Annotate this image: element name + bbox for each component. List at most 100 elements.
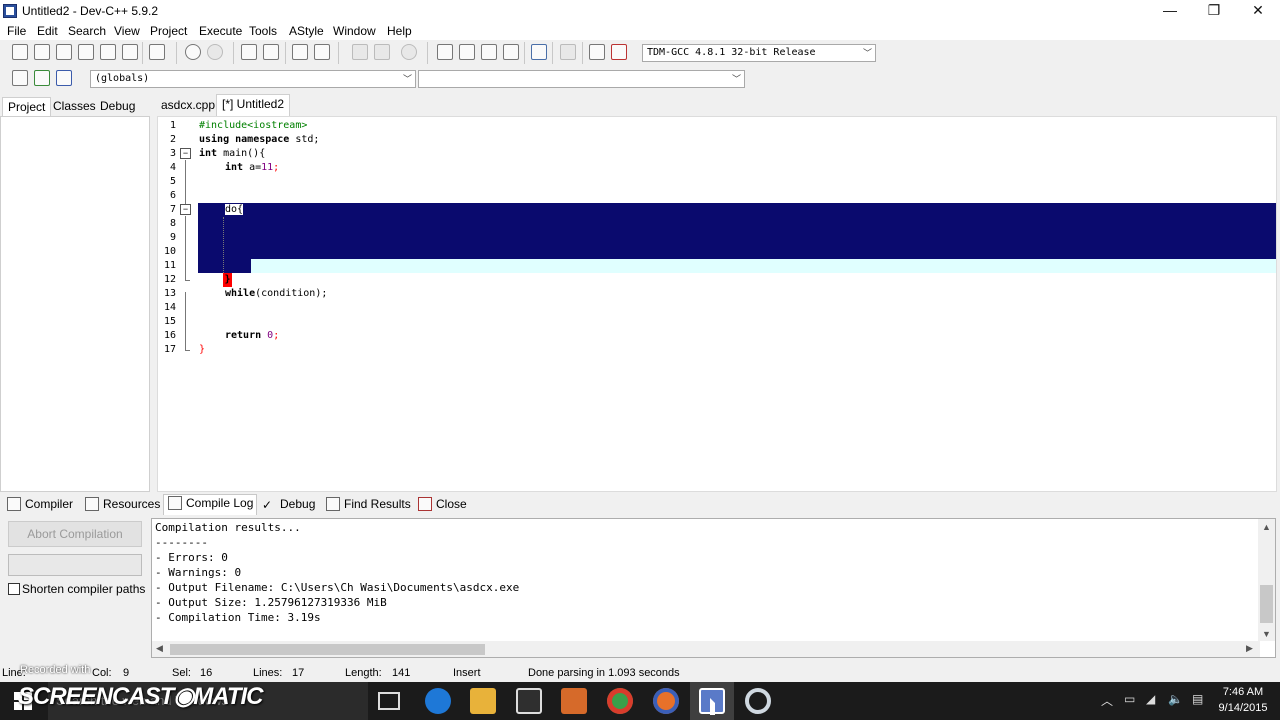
tab-asdcx-cpp[interactable]: asdcx.cpp bbox=[156, 96, 220, 116]
line-number: 8 bbox=[169, 218, 176, 229]
tab-debug-left[interactable]: Debug bbox=[95, 97, 140, 117]
code-line-13: while(condition); bbox=[225, 287, 327, 301]
fold-collapse-icon[interactable]: − bbox=[180, 148, 191, 159]
line-number: 9 bbox=[169, 232, 176, 243]
store-icon[interactable] bbox=[516, 688, 542, 714]
tab-resources[interactable]: Resources bbox=[81, 496, 163, 514]
profile-chart-icon[interactable] bbox=[589, 44, 605, 60]
unindent-icon bbox=[374, 44, 390, 60]
menu-help[interactable]: Help bbox=[387, 24, 412, 38]
tab-compile-log[interactable]: Compile Log bbox=[163, 494, 258, 515]
log-line: -------- bbox=[155, 536, 208, 549]
line-number: 17 bbox=[163, 344, 176, 355]
log-line: - Compilation Time: 3.19s bbox=[155, 611, 321, 624]
goto-declaration-icon[interactable] bbox=[34, 70, 50, 86]
goto-definition-icon[interactable] bbox=[56, 70, 72, 86]
close-all-icon[interactable] bbox=[122, 44, 138, 60]
notifications-icon[interactable]: ▤ bbox=[1192, 692, 1203, 706]
edge-browser-icon[interactable] bbox=[425, 688, 451, 714]
find-icon[interactable] bbox=[241, 44, 257, 60]
project-remove-icon[interactable] bbox=[481, 44, 497, 60]
menu-view[interactable]: View bbox=[114, 24, 140, 38]
replace-icon[interactable] bbox=[263, 44, 279, 60]
menu-project[interactable]: Project bbox=[150, 24, 187, 38]
toolbar-separator bbox=[285, 42, 286, 64]
project-add-icon[interactable] bbox=[459, 44, 475, 60]
menu-astyle[interactable]: AStyle bbox=[289, 24, 324, 38]
save-all-icon[interactable] bbox=[78, 44, 94, 60]
class-browser-icon[interactable] bbox=[12, 70, 28, 86]
goto-function-icon[interactable] bbox=[314, 44, 330, 60]
new-file-icon[interactable] bbox=[12, 44, 28, 60]
code-text: (condition); bbox=[255, 288, 328, 299]
tab-project[interactable]: Project bbox=[2, 97, 52, 117]
volume-icon[interactable]: 🔈 bbox=[1168, 692, 1183, 706]
fold-line bbox=[185, 292, 186, 351]
tab-untitled2[interactable]: [*] Untitled2 bbox=[216, 94, 291, 116]
media-player-icon[interactable] bbox=[561, 688, 587, 714]
scroll-thumb[interactable] bbox=[170, 644, 485, 655]
screencast-taskbar-icon[interactable] bbox=[745, 688, 771, 714]
shorten-paths-checkbox[interactable] bbox=[8, 583, 20, 595]
chrome-icon[interactable] bbox=[607, 688, 633, 714]
menu-window[interactable]: Window bbox=[333, 24, 376, 38]
clock-date[interactable]: 9/14/2015 bbox=[1214, 702, 1272, 714]
scroll-thumb[interactable] bbox=[1260, 585, 1273, 623]
menu-execute[interactable]: Execute bbox=[199, 24, 242, 38]
check-syntax-icon[interactable] bbox=[531, 44, 547, 60]
menu-file[interactable]: File bbox=[7, 24, 26, 38]
line-number: 12 bbox=[163, 274, 176, 285]
scope-select[interactable]: (globals) ﹀ bbox=[90, 70, 416, 88]
code-text: a= bbox=[243, 162, 262, 173]
menu-search[interactable]: Search bbox=[68, 24, 106, 38]
log-horizontal-scrollbar[interactable]: ◀ ▶ bbox=[152, 641, 1260, 657]
project-new-icon[interactable] bbox=[437, 44, 453, 60]
tab-classes[interactable]: Classes bbox=[48, 97, 101, 117]
close-window-button[interactable]: ✕ bbox=[1236, 0, 1280, 22]
line-number: 1 bbox=[169, 120, 176, 131]
open-file-icon[interactable] bbox=[34, 44, 50, 60]
task-view-icon[interactable] bbox=[378, 692, 400, 710]
file-explorer-icon[interactable] bbox=[470, 688, 496, 714]
tab-debug[interactable]: ✓ Debug bbox=[258, 496, 318, 514]
menu-bar bbox=[0, 22, 1280, 40]
screencast-o-matic-watermark: SCREENCAST◉MATIC bbox=[18, 683, 263, 710]
scroll-up-icon[interactable]: ▲ bbox=[1262, 522, 1271, 532]
scroll-right-icon[interactable]: ▶ bbox=[1246, 643, 1253, 654]
print-icon[interactable] bbox=[149, 44, 165, 60]
code-editor[interactable]: 1 2 3 4 5 6 7 8 9 10 11 12 13 14 15 16 1… bbox=[157, 116, 1277, 492]
save-icon[interactable] bbox=[56, 44, 72, 60]
tray-chevron-up-icon[interactable]: ︿ bbox=[1101, 692, 1113, 709]
find-icon bbox=[326, 497, 340, 511]
compiler-select[interactable]: TDM-GCC 4.8.1 32-bit Release ﹀ bbox=[642, 44, 876, 62]
menu-edit[interactable]: Edit bbox=[37, 24, 58, 38]
log-vertical-scrollbar[interactable]: ▲ ▼ bbox=[1258, 519, 1275, 641]
restore-button[interactable]: ❐ bbox=[1192, 0, 1236, 22]
checkmark-icon: ✓ bbox=[262, 498, 273, 512]
undo-icon[interactable] bbox=[185, 44, 201, 60]
compile-log-output[interactable]: Compilation results... -------- - Errors… bbox=[151, 518, 1276, 658]
code-line-3: int main(){ bbox=[199, 147, 265, 161]
tab-close[interactable]: Close bbox=[414, 496, 470, 514]
battery-icon[interactable]: ▭ bbox=[1124, 692, 1135, 706]
log-line: - Output Filename: C:\Users\Ch Wasi\Docu… bbox=[155, 581, 520, 594]
preprocessor-include: #include<iostream> bbox=[199, 120, 308, 131]
scroll-left-icon[interactable]: ◀ bbox=[156, 643, 163, 654]
network-icon[interactable]: ◢ bbox=[1146, 692, 1155, 706]
menu-tools[interactable]: Tools bbox=[249, 24, 277, 38]
clock-time[interactable]: 7:46 AM bbox=[1221, 686, 1265, 698]
tab-find-results[interactable]: Find Results bbox=[322, 496, 414, 514]
function-select[interactable]: ﹀ bbox=[418, 70, 745, 88]
minimize-button[interactable]: — bbox=[1148, 0, 1192, 22]
scroll-down-icon[interactable]: ▼ bbox=[1262, 629, 1271, 639]
project-options-icon[interactable] bbox=[503, 44, 519, 60]
resources-icon bbox=[85, 497, 99, 511]
firefox-icon[interactable] bbox=[653, 688, 679, 714]
toolbar-separator bbox=[524, 42, 525, 64]
close-file-icon[interactable] bbox=[100, 44, 116, 60]
tab-compiler[interactable]: Compiler bbox=[3, 496, 76, 514]
goto-line-icon[interactable] bbox=[292, 44, 308, 60]
delete-profile-icon[interactable] bbox=[611, 44, 627, 60]
fold-collapse-icon[interactable]: − bbox=[180, 204, 191, 215]
chevron-down-icon: ﹀ bbox=[731, 74, 741, 84]
